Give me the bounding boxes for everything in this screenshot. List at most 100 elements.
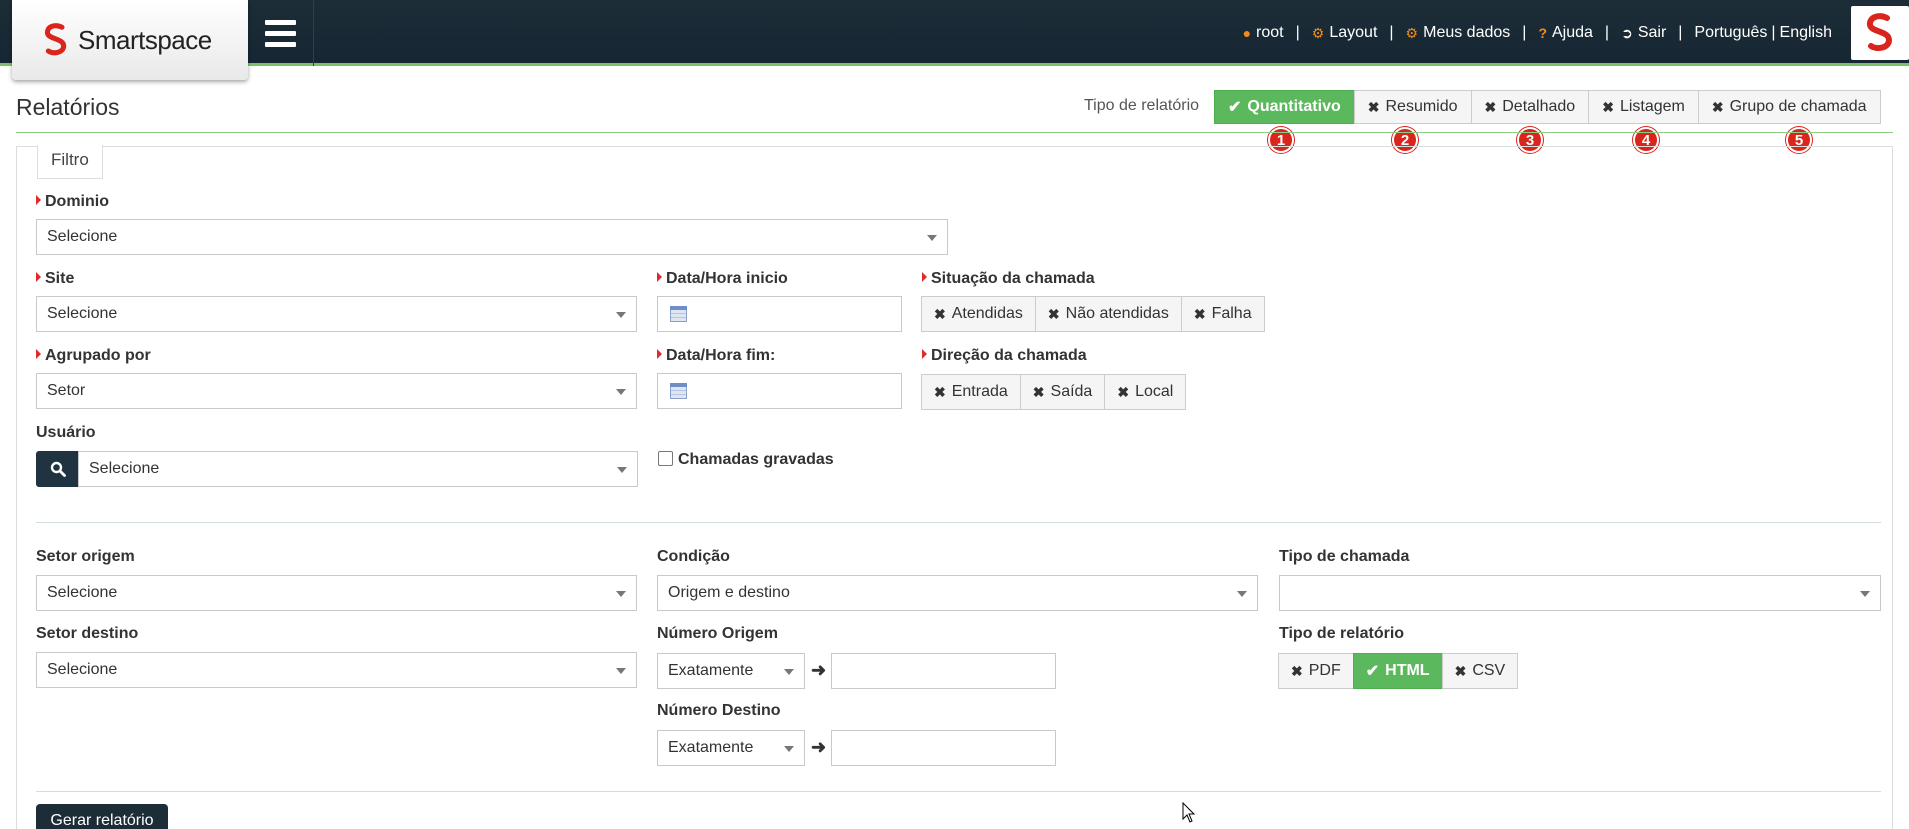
gears-icon: ⚙ bbox=[1311, 24, 1325, 41]
dest-sector-select[interactable]: Selecione bbox=[36, 652, 637, 688]
help-link[interactable]: ? Ajuda bbox=[1538, 24, 1592, 42]
call-status-label: Situação da chamada bbox=[922, 270, 1095, 288]
report-type-detalhado-button[interactable]: ✖ Detalhado bbox=[1470, 90, 1590, 124]
close-icon: ✖ bbox=[934, 305, 946, 322]
report-type-toggle-group: ✔ Quantitativo ✖ Resumido ✖ Detalhado ✖ … bbox=[1214, 90, 1881, 124]
check-icon: ✔ bbox=[1365, 663, 1380, 680]
site-select[interactable]: Selecione bbox=[36, 296, 637, 332]
top-bar: ● root | ⚙ Layout | ⚙ Meus dados | ? Aju… bbox=[0, 0, 1909, 66]
start-datetime-input[interactable] bbox=[657, 296, 902, 332]
end-datetime-input[interactable] bbox=[657, 373, 902, 409]
call-direction-saida-button[interactable]: ✖ Saída bbox=[1019, 374, 1106, 410]
domain-label: Dominio bbox=[36, 193, 109, 211]
check-icon: ✔ bbox=[1228, 99, 1242, 116]
calendar-icon[interactable] bbox=[670, 383, 687, 399]
call-direction-label: Direção da chamada bbox=[922, 347, 1087, 365]
call-status-atendidas-button[interactable]: ✖ Atendidas bbox=[921, 296, 1036, 332]
call-status-toggle-group: ✖ Atendidas ✖ Não atendidas ✖ Falha bbox=[921, 296, 1265, 332]
language-pt-link[interactable]: Português bbox=[1694, 24, 1767, 42]
call-type-select[interactable] bbox=[1279, 575, 1881, 611]
generate-report-button[interactable]: Gerar relatório bbox=[36, 804, 168, 829]
layout-link[interactable]: ⚙ Layout bbox=[1312, 24, 1378, 42]
chevron-down-icon bbox=[617, 467, 627, 473]
user-icon: ● bbox=[1242, 25, 1252, 41]
menu-toggle-button[interactable] bbox=[248, 0, 314, 66]
call-type-label: Tipo de chamada bbox=[1279, 548, 1410, 565]
origin-sector-label: Setor origem bbox=[36, 548, 135, 565]
brand-logo[interactable]: Smartspace bbox=[12, 0, 248, 80]
filter-legend: Filtro bbox=[37, 145, 103, 179]
close-icon: ✖ bbox=[1047, 305, 1060, 322]
condition-label: Condição bbox=[657, 548, 730, 565]
output-pdf-button[interactable]: ✖ PDF bbox=[1278, 653, 1354, 689]
chevron-down-icon bbox=[1860, 591, 1870, 597]
dest-sector-label: Setor destino bbox=[36, 625, 139, 642]
call-direction-local-button[interactable]: ✖ Local bbox=[1104, 374, 1187, 410]
recorded-calls-label: Chamadas gravadas bbox=[678, 451, 834, 468]
chevron-down-icon bbox=[616, 668, 626, 674]
dest-number-mode-select[interactable]: Exatamente bbox=[657, 730, 805, 766]
recorded-calls-checkbox[interactable] bbox=[658, 451, 673, 466]
close-icon: ✖ bbox=[1291, 662, 1303, 679]
chevron-down-icon bbox=[784, 669, 794, 675]
grouped-by-select[interactable]: Setor bbox=[36, 373, 637, 409]
hamburger-line bbox=[265, 19, 296, 25]
brand-name: Smartspace bbox=[78, 24, 212, 55]
hamburger-line bbox=[265, 41, 296, 47]
chevron-down-icon bbox=[616, 389, 626, 395]
chevron-down-icon bbox=[616, 591, 626, 597]
report-type-label: Tipo de relatório bbox=[1084, 97, 1200, 114]
site-label: Site bbox=[36, 270, 74, 288]
call-direction-toggle-group: ✖ Entrada ✖ Saída ✖ Local bbox=[921, 374, 1187, 410]
call-status-nao-atendidas-button[interactable]: ✖ Não atendidas bbox=[1034, 296, 1182, 332]
header-divider bbox=[16, 132, 1893, 133]
user-link[interactable]: ● root bbox=[1243, 24, 1284, 42]
my-data-link[interactable]: ⚙ Meus dados bbox=[1406, 24, 1511, 42]
output-html-button[interactable]: ✔ HTML bbox=[1352, 653, 1443, 689]
report-type-quantitativo-button[interactable]: ✔ Quantitativo bbox=[1214, 90, 1355, 124]
close-icon: ✖ bbox=[1602, 98, 1614, 115]
origin-number-input[interactable] bbox=[831, 653, 1056, 689]
origin-sector-select[interactable]: Selecione bbox=[36, 575, 637, 611]
output-type-toggle-group: ✖ PDF ✔ HTML ✖ CSV bbox=[1278, 653, 1519, 689]
domain-select[interactable]: Selecione bbox=[36, 219, 948, 255]
sign-out-icon: ➲ bbox=[1621, 24, 1633, 41]
close-icon: ✖ bbox=[1367, 98, 1380, 115]
arrow-right-icon: ➜ bbox=[811, 737, 827, 757]
report-type-listagem-button[interactable]: ✖ Listagem bbox=[1588, 90, 1699, 124]
output-csv-button[interactable]: ✖ CSV bbox=[1441, 653, 1519, 689]
end-datetime-label: Data/Hora fim: bbox=[657, 347, 775, 365]
close-icon: ✖ bbox=[1032, 383, 1045, 400]
close-icon: ✖ bbox=[1193, 305, 1206, 322]
report-type-grupo-chamada-button[interactable]: ✖ Grupo de chamada bbox=[1697, 90, 1881, 124]
condition-select[interactable]: Origem e destino bbox=[657, 575, 1258, 611]
call-direction-entrada-button[interactable]: ✖ Entrada bbox=[921, 374, 1021, 410]
report-type-resumido-button[interactable]: ✖ Resumido bbox=[1353, 90, 1472, 124]
smartspace-logo-icon bbox=[1866, 13, 1893, 51]
close-icon: ✖ bbox=[1454, 662, 1467, 679]
section-divider bbox=[36, 791, 1881, 792]
chevron-down-icon bbox=[927, 235, 937, 241]
call-status-falha-button[interactable]: ✖ Falha bbox=[1180, 296, 1265, 332]
output-type-label: Tipo de relatório bbox=[1279, 625, 1405, 642]
dest-number-input[interactable] bbox=[831, 730, 1056, 766]
hamburger-line bbox=[265, 30, 296, 36]
dest-number-label: Número Destino bbox=[657, 702, 781, 719]
close-icon: ✖ bbox=[1484, 98, 1497, 115]
logout-link[interactable]: ➲ Sair bbox=[1621, 24, 1666, 42]
brand-mark-corner bbox=[1851, 6, 1909, 60]
close-icon: ✖ bbox=[934, 383, 946, 400]
language-en-link[interactable]: English bbox=[1780, 24, 1832, 42]
question-icon: ? bbox=[1538, 25, 1547, 41]
smartspace-logo-icon bbox=[44, 23, 67, 56]
user-select[interactable]: Selecione bbox=[78, 451, 638, 487]
close-icon: ✖ bbox=[1117, 383, 1130, 400]
start-datetime-label: Data/Hora inicio bbox=[657, 270, 788, 288]
origin-number-label: Número Origem bbox=[657, 625, 778, 642]
origin-number-mode-select[interactable]: Exatamente bbox=[657, 653, 805, 689]
search-icon bbox=[50, 461, 66, 477]
user-search-button[interactable] bbox=[36, 451, 79, 487]
chevron-down-icon bbox=[784, 746, 794, 752]
calendar-icon[interactable] bbox=[670, 306, 687, 322]
user-label: Usuário bbox=[36, 424, 96, 441]
